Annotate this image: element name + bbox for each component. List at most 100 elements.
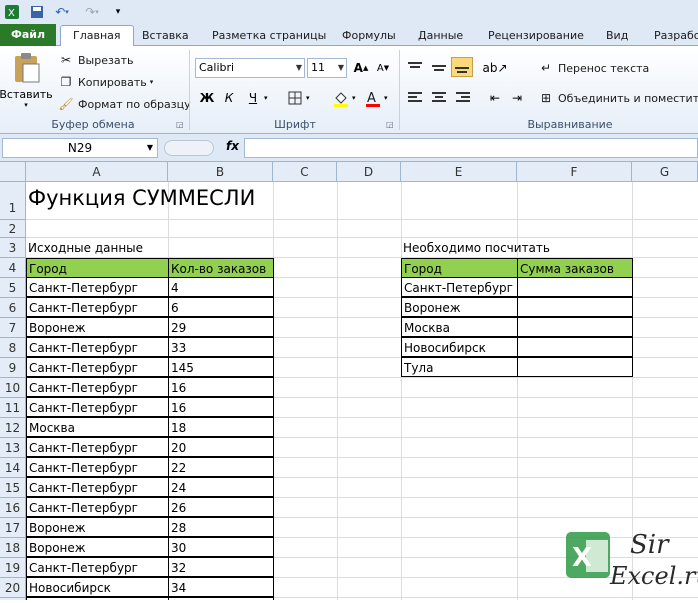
source-city-cell[interactable]: Воронеж [26,317,169,337]
customize-qat-icon[interactable]: ▾ [112,3,124,21]
source-orders-cell[interactable]: 34 [168,577,274,597]
calc-sum-cell[interactable] [517,297,633,317]
source-city-cell[interactable]: Санкт-Петербург [26,497,169,517]
source-orders-cell[interactable]: 26 [168,497,274,517]
calc-header-sum[interactable]: Сумма заказов [517,258,633,278]
formula-input[interactable] [244,138,698,158]
formula-expand-control[interactable] [164,140,214,156]
source-orders-cell[interactable]: 32 [168,557,274,577]
calc-label[interactable]: Необходимо посчитать [401,238,631,258]
source-city-cell[interactable]: Санкт-Петербург [26,477,169,497]
merge-center-button[interactable]: ⊞ Объединить и поместить [538,90,698,106]
source-city-cell[interactable]: Санкт-Петербург [26,397,169,417]
row-header-15[interactable]: 15 [0,478,26,498]
font-name-select[interactable]: Calibri ▼ [195,58,305,78]
tab-insert[interactable]: Вставка [142,26,189,46]
undo-icon[interactable]: ↶ ▾ [50,3,74,21]
row-header-10[interactable]: 10 [0,378,26,398]
row-header-3[interactable]: 3 [0,238,26,258]
row-header-16[interactable]: 16 [0,498,26,518]
row-header-18[interactable]: 18 [0,538,26,558]
dialog-launcher-icon[interactable]: ◲ [386,120,394,129]
source-header-city[interactable]: Город [26,258,169,278]
row-header-5[interactable]: 5 [0,278,26,298]
tab-developer[interactable]: Разрабо [654,26,698,46]
source-orders-cell[interactable]: 16 [168,377,274,397]
source-city-cell[interactable]: Санкт-Петербург [26,457,169,477]
calc-sum-cell[interactable] [517,277,633,297]
copy-button[interactable]: ❐ Копировать ▾ [58,74,154,90]
source-city-cell[interactable]: Санкт-Петербург [26,377,169,397]
row-header-8[interactable]: 8 [0,338,26,358]
tab-home[interactable]: Главная [60,25,134,47]
row-header-12[interactable]: 12 [0,418,26,438]
font-color-button[interactable]: A [362,88,384,108]
borders-dropdown-icon[interactable]: ▾ [306,94,310,102]
source-orders-cell[interactable]: 29 [168,317,274,337]
row-header-2[interactable]: 2 [0,220,26,238]
row-header-20[interactable]: 20 [0,578,26,598]
source-orders-cell[interactable]: 4 [168,277,274,297]
column-header-d[interactable]: D [337,162,401,182]
dialog-launcher-icon[interactable]: ◲ [176,120,184,129]
font-color-dropdown-icon[interactable]: ▾ [384,94,388,102]
tab-view[interactable]: Вид [606,26,628,46]
sheet-title[interactable]: Функция СУММЕСЛИ [28,186,255,210]
tab-data[interactable]: Данные [418,26,463,46]
row-header-13[interactable]: 13 [0,438,26,458]
fill-color-button[interactable] [330,88,352,108]
row-header-1[interactable]: 1 [0,182,26,220]
row-header-17[interactable]: 17 [0,518,26,538]
format-painter-button[interactable]: 🖌 Формат по образцу [58,96,190,112]
font-size-select[interactable]: 11 ▼ [307,58,347,78]
paste-button[interactable]: Вставить ▾ [0,52,53,114]
align-right-button[interactable] [452,88,474,108]
source-orders-cell[interactable]: 24 [168,477,274,497]
source-city-cell[interactable]: Москва [26,417,169,437]
calc-sum-cell[interactable] [517,337,633,357]
decrease-indent-button[interactable]: ⇤ [484,88,506,108]
source-city-cell[interactable]: Санкт-Петербург [26,357,169,377]
save-icon[interactable] [28,3,46,21]
source-city-cell[interactable]: Санкт-Петербург [26,557,169,577]
row-header-6[interactable]: 6 [0,298,26,318]
tab-review[interactable]: Рецензирование [488,26,584,46]
align-left-button[interactable] [404,88,426,108]
calc-sum-cell[interactable] [517,317,633,337]
column-header-a[interactable]: A [26,162,168,182]
calc-city-cell[interactable]: Тула [401,357,518,377]
calc-city-cell[interactable]: Новосибирск [401,337,518,357]
source-orders-cell[interactable]: 33 [168,337,274,357]
cut-button[interactable]: ✂ Вырезать [58,52,134,68]
tab-file[interactable]: Файл [0,24,56,46]
column-header-c[interactable]: C [273,162,337,182]
redo-icon[interactable]: ↷ ▾ [80,3,104,21]
source-label[interactable]: Исходные данные [26,238,226,258]
source-orders-cell[interactable]: 20 [168,437,274,457]
calc-header-city[interactable]: Город [401,258,518,278]
source-orders-cell[interactable]: 18 [168,417,274,437]
source-city-cell[interactable]: Новосибирск [26,577,169,597]
orientation-button[interactable]: ab↗ [482,58,507,78]
source-orders-cell[interactable]: 30 [168,537,274,557]
align-top-button[interactable] [404,58,426,78]
column-header-g[interactable]: G [632,162,698,182]
tab-page-layout[interactable]: Разметка страницы [212,26,326,46]
row-header-9[interactable]: 9 [0,358,26,378]
row-header-7[interactable]: 7 [0,318,26,338]
row-header-19[interactable]: 19 [0,558,26,578]
bold-button[interactable]: Ж [196,88,218,108]
source-header-orders[interactable]: Кол-во заказов [168,258,274,278]
underline-button[interactable]: Ч [242,88,264,108]
source-orders-cell[interactable]: 22 [168,457,274,477]
calc-city-cell[interactable]: Воронеж [401,297,518,317]
italic-button[interactable]: К [218,88,240,108]
select-all-corner[interactable] [0,162,26,182]
source-orders-cell[interactable]: 16 [168,397,274,417]
source-city-cell[interactable]: Санкт-Петербург [26,297,169,317]
source-city-cell[interactable]: Воронеж [26,537,169,557]
source-city-cell[interactable]: Санкт-Петербург [26,437,169,457]
row-header-4[interactable]: 4 [0,258,26,278]
increase-indent-button[interactable]: ⇥ [506,88,528,108]
source-orders-cell[interactable]: 6 [168,297,274,317]
